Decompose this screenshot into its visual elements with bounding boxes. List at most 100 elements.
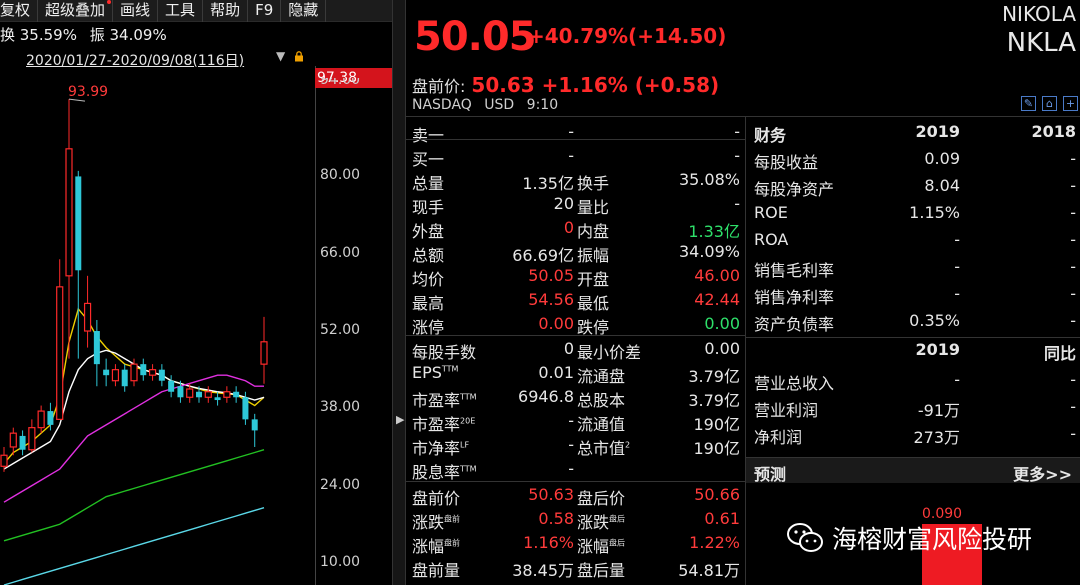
quote-value: 46.00 bbox=[694, 266, 740, 285]
quote-value-text: 34.09% bbox=[678, 242, 740, 261]
date-range-selector[interactable]: 2020/01/27-2020/09/08(116日) ▼ bbox=[0, 48, 315, 69]
candle[interactable] bbox=[140, 358, 147, 381]
quote-table: 卖一 - - 买一 - - 总量 1.35亿 换手 35.08% 现手 20 量比 - 外盘 0 内盘 1.33亿… bbox=[406, 116, 746, 585]
quote-value: - bbox=[568, 459, 574, 478]
turnover-stat: 换 35.59% bbox=[0, 26, 77, 44]
finance-value-current: 0.35% bbox=[909, 311, 960, 330]
candlestick-chart[interactable] bbox=[0, 66, 315, 585]
toolbar-tools-button[interactable]: 工具 bbox=[158, 0, 204, 22]
toolbar-overlay-label: 超级叠加 bbox=[45, 1, 106, 19]
candle[interactable] bbox=[83, 275, 92, 348]
pane-divider[interactable]: ▶ bbox=[392, 0, 406, 585]
quote-label: 买一 bbox=[412, 146, 444, 170]
quote-row: 外盘 0 内盘 1.33亿 bbox=[406, 216, 746, 241]
premarket-label: 盘前价: bbox=[412, 77, 466, 96]
quote-label-text: 最低 bbox=[577, 294, 610, 313]
quote-row: 总量 1.35亿 换手 35.08% bbox=[406, 168, 746, 193]
collapse-arrow-icon[interactable]: ▶ bbox=[396, 413, 404, 426]
candle[interactable] bbox=[75, 170, 82, 359]
candle-body bbox=[93, 331, 100, 365]
quote-row: 涨停 0.00 跌停 0.00 bbox=[406, 312, 746, 337]
toolbar-draw-button[interactable]: 画线 bbox=[113, 0, 159, 22]
premarket-row: 盘前价: 50.63 +1.16% (+0.58) bbox=[412, 73, 719, 97]
quote-value-text: 54.56 bbox=[528, 290, 574, 309]
watermark-text: 海榕财富风险投研 bbox=[832, 525, 1033, 554]
quote-value-text: 6946.8 bbox=[518, 387, 574, 406]
candle[interactable] bbox=[223, 386, 231, 403]
candle-body bbox=[9, 432, 17, 448]
lock-icon[interactable] bbox=[294, 51, 304, 62]
toolbar-help-button[interactable]: 帮助 bbox=[203, 0, 249, 22]
candle[interactable] bbox=[56, 259, 64, 420]
finance-row: ROA - - bbox=[746, 227, 1080, 254]
candle[interactable] bbox=[65, 99, 73, 359]
toolbar-f9-button[interactable]: F9 bbox=[248, 0, 282, 22]
amplitude-stat: 振 34.09% bbox=[89, 26, 167, 44]
candle[interactable] bbox=[158, 364, 165, 387]
moving-average-line bbox=[3, 507, 265, 585]
candle[interactable] bbox=[204, 386, 212, 403]
candle-body bbox=[251, 419, 258, 431]
toolbar-adjust-button[interactable]: 复权 bbox=[0, 0, 39, 22]
finance-value-prior: - bbox=[1070, 424, 1076, 443]
quote-label: 市盈率TTM bbox=[412, 387, 477, 411]
quote-label: 流通值 bbox=[577, 411, 625, 435]
candle[interactable] bbox=[148, 364, 157, 381]
quote-label: 市净率LF bbox=[412, 435, 469, 459]
finance-table: 财务 2019 2018 每股收益 0.09- 每股净资产 8.04- ROE 1.15% - RO… bbox=[746, 116, 1080, 585]
more-link[interactable]: 更多>> bbox=[1013, 461, 1072, 485]
candle[interactable] bbox=[168, 375, 175, 398]
watermark: 海榕财富风险投研 bbox=[786, 520, 1032, 556]
quote-label-text: 盘后量 bbox=[577, 561, 626, 580]
quote-row: 总额 66.69亿 振幅 34.09% bbox=[406, 240, 746, 265]
quote-row: 涨跌盘前 0.58 涨跌盘后 0.61 bbox=[406, 507, 746, 532]
candle[interactable] bbox=[260, 316, 268, 384]
candle[interactable] bbox=[93, 319, 100, 387]
home-icon[interactable]: ⌂ bbox=[1042, 96, 1057, 111]
finance-label: 每股净资产 bbox=[754, 180, 835, 199]
quote-label-text: 市盈率 bbox=[412, 391, 461, 410]
finance-value-current: 2019 bbox=[915, 122, 960, 141]
quote-label-text: 涨幅 bbox=[412, 537, 445, 556]
candle[interactable] bbox=[111, 364, 120, 387]
quote-label-text: 买一 bbox=[412, 150, 445, 169]
y-tick-label: 10.00 bbox=[320, 553, 361, 570]
finance-value-current: 1.15% bbox=[909, 203, 960, 222]
candle[interactable] bbox=[214, 391, 221, 406]
finance-value-current: 0.09 bbox=[924, 149, 960, 168]
quote-label-text: 振幅 bbox=[577, 246, 610, 265]
kline-chart-pane[interactable]: 复权 超级叠加 画线 工具 帮助 F9 隐藏 换 35.59% 振 34.09%… bbox=[0, 0, 392, 585]
plus-icon[interactable]: + bbox=[1063, 96, 1078, 111]
quote-row: 市盈率TTM 6946.8 总股本 3.79亿 bbox=[406, 385, 746, 411]
candle[interactable] bbox=[37, 405, 45, 434]
candle[interactable] bbox=[233, 386, 240, 403]
y-tick-label: 52.00 bbox=[320, 322, 361, 339]
dropdown-triangle-icon[interactable]: ▼ bbox=[276, 49, 285, 63]
quote-value-text: 190亿 bbox=[693, 439, 740, 458]
candle[interactable] bbox=[103, 358, 110, 387]
toolbar-hide-button[interactable]: 隐藏 bbox=[281, 0, 327, 22]
finance-label: 财务 bbox=[754, 126, 787, 145]
candle-body bbox=[56, 286, 64, 420]
quote-value-text: 190亿 bbox=[693, 415, 740, 434]
candle[interactable] bbox=[121, 364, 128, 392]
candle-body bbox=[168, 380, 175, 392]
quote-label: 总市值2 bbox=[577, 435, 630, 459]
edit-icon[interactable]: ✎ bbox=[1021, 96, 1036, 111]
quote-row: 现手 20 量比 - bbox=[406, 192, 746, 217]
finance-header-row: 财务 2019 2018 bbox=[746, 119, 1080, 146]
quote-label-text: 总市值 bbox=[577, 439, 626, 458]
quote-value-text: 54.81万 bbox=[678, 561, 740, 580]
y-tick-label-partial: 94.00 bbox=[320, 78, 361, 86]
candle[interactable] bbox=[251, 413, 258, 447]
candle[interactable] bbox=[28, 419, 36, 453]
quote-label-suffix: 盘前 bbox=[444, 538, 461, 548]
toolbar-overlay-button[interactable]: 超级叠加 bbox=[38, 0, 114, 22]
quote-value: 54.81万 bbox=[678, 557, 740, 581]
quote-label-text: 盘前量 bbox=[412, 561, 461, 580]
finance-label: ROE bbox=[754, 203, 788, 222]
quote-row: 卖一 - - bbox=[406, 120, 746, 145]
finance-value-prior: - bbox=[1070, 176, 1076, 195]
quote-value-text: 66.69亿 bbox=[512, 246, 574, 265]
candle[interactable] bbox=[19, 430, 26, 456]
